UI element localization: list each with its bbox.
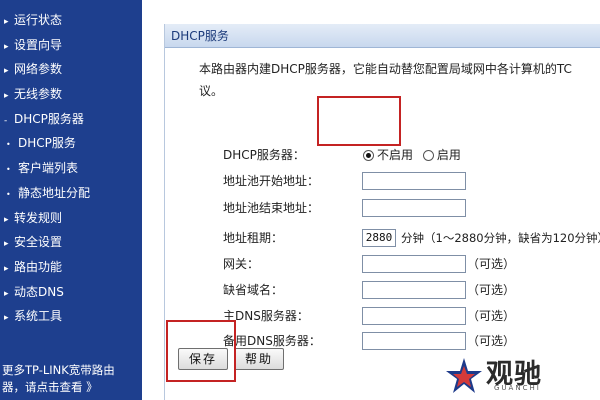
bullet-dot-icon: • (6, 189, 11, 199)
arrow-bullet-icon: ▸ (4, 91, 9, 102)
sidebar-item-10[interactable]: ▸ 路由功能 (0, 255, 142, 280)
sidebar-item-label: 安全设置 (14, 235, 63, 250)
sidebar-item-label: DHCP服务器 (14, 111, 84, 126)
arrow-bullet-icon: ▸ (4, 17, 9, 27)
lease-hint: 分钟（1～2880分钟，缺省为120分钟） (401, 231, 600, 245)
bullet-dot-icon: • (6, 140, 11, 150)
sidebar-footer-line2: 器，请点击查看 》 (2, 380, 98, 394)
help-button[interactable]: 帮助 (234, 348, 284, 370)
sidebar: ▸ 运行状态 ▸ 设置向导 ▸ 网络参数 ▸ 无线参数 - DHCP服务器 • DHCP服务 • 客户端列… (0, 0, 142, 400)
lease-time-input[interactable]: 2880 (362, 229, 396, 247)
arrow-bullet-icon: ▸ (4, 288, 9, 299)
arrow-bullet-icon: ▸ (4, 313, 9, 324)
save-button[interactable]: 保存 (178, 348, 228, 370)
dhcp-server-radio-group: 不启用 启用 (363, 145, 467, 165)
arrow-bullet-icon: ▸ (4, 263, 9, 274)
pool-start-input[interactable] (362, 172, 466, 190)
sidebar-item-label: 路由功能 (14, 259, 63, 274)
sidebar-item-label: 无线参数 (14, 87, 63, 102)
sidebar-item-label: 运行状态 (14, 13, 63, 27)
domain-label: 缺省域名： (223, 283, 284, 297)
radio-disable-dhcp[interactable]: 不启用 (363, 145, 413, 165)
primary-dns-input[interactable] (362, 307, 466, 325)
watermark-sub: GUANCHI (494, 384, 541, 392)
domain-input[interactable] (362, 281, 466, 299)
radio-unchecked-icon (422, 149, 434, 161)
dhcp-server-label: DHCP服务器： (223, 148, 305, 162)
star-logo-icon (446, 358, 482, 393)
sidebar-item-label: 客户端列表 (18, 161, 79, 176)
arrow-bullet-icon: ▸ (4, 239, 9, 250)
sidebar-menu: ▸ 运行状态 ▸ 设置向导 ▸ 网络参数 ▸ 无线参数 - DHCP服务器 • DHCP服务 • 客户端列… (0, 8, 142, 329)
pool-start-label: 地址池开始地址： (223, 174, 320, 188)
sidebar-item-label: 设置向导 (14, 37, 63, 52)
arrow-bullet-icon: ▸ (4, 66, 9, 77)
sidebar-item-5[interactable]: • DHCP服务 (0, 131, 142, 156)
sidebar-item-7[interactable]: • 静态地址分配 (0, 181, 142, 206)
sidebar-item-2[interactable]: ▸ 网络参数 (0, 57, 142, 82)
arrow-bullet-icon: ▸ (4, 214, 9, 225)
sidebar-item-label: 网络参数 (14, 62, 63, 77)
sidebar-item-label: DHCP服务 (18, 136, 76, 151)
primary-dns-optional: （可选） (467, 309, 516, 323)
arrow-bullet-icon: - (4, 115, 8, 126)
panel-title: DHCP服务 (165, 24, 600, 48)
gateway-input[interactable] (362, 255, 466, 273)
description-line2: 议。 (199, 84, 224, 98)
arrow-bullet-icon: ▸ (4, 41, 9, 52)
panel-description: 本路由器内建DHCP服务器，它能自动替您配置局域网中各计算机的TC 议。 (199, 58, 597, 102)
lease-label: 地址租期： (223, 231, 284, 245)
dhcp-settings-panel: DHCP服务 本路由器内建DHCP服务器，它能自动替您配置局域网中各计算机的TC… (164, 24, 600, 400)
sidebar-item-6[interactable]: • 客户端列表 (0, 156, 142, 181)
sidebar-item-9[interactable]: ▸ 安全设置 (0, 230, 142, 255)
watermark-logo: 观驰 GUANCHI (444, 352, 594, 398)
domain-optional: （可选） (467, 283, 516, 297)
pool-end-label: 地址池结束地址： (223, 201, 320, 215)
sidebar-item-label: 系统工具 (14, 309, 63, 324)
sidebar-item-12[interactable]: ▸ 系统工具 (0, 304, 142, 329)
sidebar-item-11[interactable]: ▸ 动态DNS (0, 280, 142, 305)
radio-enable-dhcp[interactable]: 启用 (422, 145, 461, 165)
sidebar-item-label: 转发规则 (14, 210, 63, 225)
secondary-dns-input[interactable] (362, 332, 466, 350)
gateway-optional: （可选） (467, 257, 516, 271)
primary-dns-label: 主DNS服务器： (223, 309, 309, 323)
sidebar-item-label: 静态地址分配 (18, 185, 91, 200)
sidebar-item-4[interactable]: - DHCP服务器 (0, 107, 142, 132)
sidebar-more-link[interactable]: 更多TP-LINK宽带路由 器，请点击查看 》 (2, 362, 142, 396)
sidebar-item-0[interactable]: ▸ 运行状态 (0, 8, 142, 33)
gateway-label: 网关： (223, 257, 260, 271)
description-line1: 本路由器内建DHCP服务器，它能自动替您配置局域网中各计算机的TC (199, 62, 572, 76)
bullet-dot-icon: • (6, 165, 11, 175)
radio-checked-icon (363, 149, 374, 161)
main-area: DHCP服务 本路由器内建DHCP服务器，它能自动替您配置局域网中各计算机的TC… (142, 0, 600, 400)
sidebar-item-3[interactable]: ▸ 无线参数 (0, 82, 142, 107)
sidebar-item-1[interactable]: ▸ 设置向导 (0, 33, 142, 58)
radio-enable-label: 启用 (436, 148, 461, 162)
sidebar-footer-line1: 更多TP-LINK宽带路由 (2, 363, 115, 377)
radio-disable-label: 不启用 (377, 148, 414, 162)
sidebar-item-label: 动态DNS (14, 284, 64, 299)
pool-end-input[interactable] (362, 199, 466, 217)
secondary-dns-optional: （可选） (467, 334, 516, 348)
sidebar-item-8[interactable]: ▸ 转发规则 (0, 206, 142, 231)
